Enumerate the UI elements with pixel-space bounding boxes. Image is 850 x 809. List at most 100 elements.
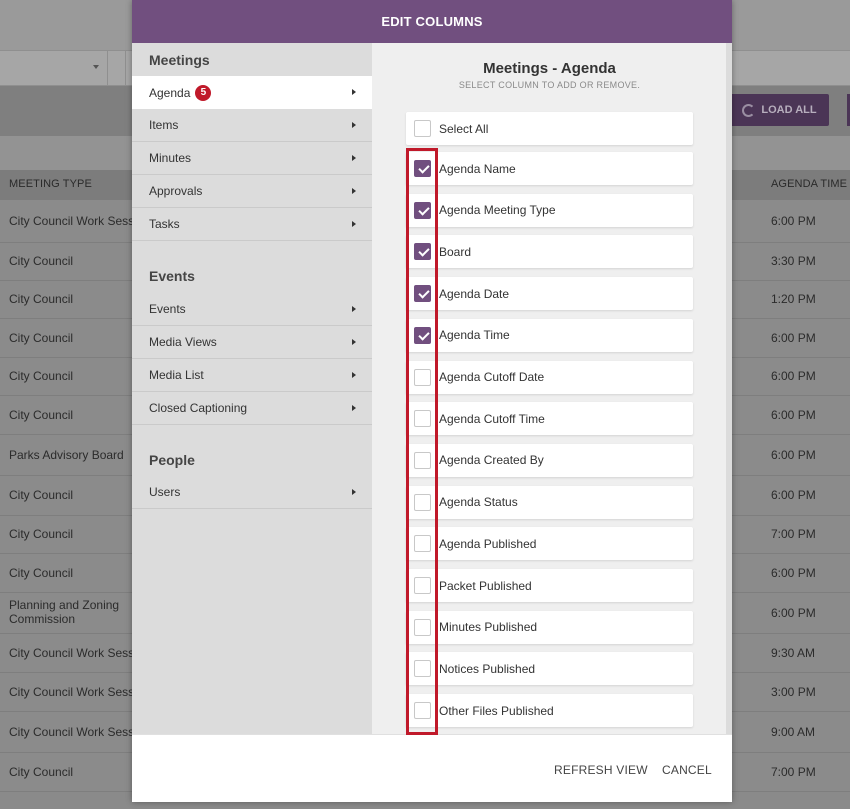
- agenda-time-cell: 6:00 PM: [771, 605, 816, 620]
- column-option-agenda-meeting-type[interactable]: Agenda Meeting Type: [406, 193, 693, 227]
- agenda-time-cell: 6:00 PM: [771, 407, 816, 422]
- chevron-right-icon: [352, 372, 356, 378]
- column-option-agenda-time[interactable]: Agenda Time: [406, 318, 693, 352]
- meeting-type-cell: City Council: [9, 407, 74, 422]
- select-all-checkbox[interactable]: [414, 120, 431, 137]
- chevron-down-icon: [93, 65, 99, 69]
- nav-item-media-views[interactable]: Media Views: [132, 326, 372, 359]
- column-option-agenda-cutoff-time[interactable]: Agenda Cutoff Time: [406, 402, 693, 436]
- chevron-right-icon: [352, 405, 356, 411]
- column-header-agenda-time[interactable]: AGENDA TIME: [771, 178, 847, 190]
- agenda-time-cell: 6:00 PM: [771, 565, 816, 580]
- column-option-agenda-created-by[interactable]: Agenda Created By: [406, 443, 693, 477]
- column-header-meeting-type[interactable]: MEETING TYPE: [9, 178, 92, 190]
- column-option-agenda-date[interactable]: Agenda Date: [406, 277, 693, 311]
- nav-item-agenda[interactable]: Agenda 5: [132, 76, 372, 109]
- modal-footer: REFRESH VIEW CANCEL: [132, 734, 732, 802]
- refresh-icon: [742, 103, 756, 117]
- column-option-minutes-published[interactable]: Minutes Published: [406, 610, 693, 644]
- chevron-right-icon: [352, 489, 356, 495]
- column-option-agenda-cutoff-date[interactable]: Agenda Cutoff Date: [406, 360, 693, 394]
- column-option-notices-published[interactable]: Notices Published: [406, 652, 693, 686]
- select-all-row[interactable]: Select All: [406, 112, 693, 145]
- agenda-time-cell: 6:00 PM: [771, 369, 816, 383]
- select-all-label: Select All: [439, 121, 489, 136]
- chevron-right-icon: [352, 188, 356, 194]
- filter-select[interactable]: [0, 51, 108, 85]
- nav-item-label: Approvals: [149, 184, 203, 198]
- agenda-time-cell: 7:00 PM: [771, 527, 816, 541]
- column-option-packet-published[interactable]: Packet Published: [406, 569, 693, 602]
- agenda-time-cell: 9:00 AM: [771, 724, 816, 739]
- checkbox-highlight-annotation: [406, 148, 438, 735]
- column-option-label: Notices Published: [439, 661, 536, 676]
- column-option-label: Agenda Meeting Type: [439, 203, 556, 218]
- nav-item-label: Closed Captioning: [149, 401, 248, 415]
- modal-title: EDIT COLUMNS: [132, 0, 732, 43]
- column-option-label: Agenda Status: [439, 495, 518, 510]
- column-option-label: Agenda Created By: [439, 453, 544, 468]
- nav-item-label: Media Views: [149, 335, 217, 349]
- agenda-time-cell: 6:00 PM: [771, 330, 816, 345]
- meeting-type-cell: City Council: [9, 565, 74, 580]
- agenda-time-cell: 9:30 AM: [771, 645, 816, 660]
- load-all-button[interactable]: LOAD ALL: [730, 94, 829, 126]
- column-option-label: Agenda Published: [439, 536, 537, 551]
- column-option-label: Agenda Date: [439, 286, 510, 301]
- column-option-agenda-status[interactable]: Agenda Status: [406, 485, 693, 519]
- chevron-right-icon: [352, 221, 356, 227]
- agenda-time-cell: 6:00 PM: [771, 488, 816, 502]
- nav-item-closed-captioning[interactable]: Closed Captioning: [132, 392, 372, 425]
- meeting-type-cell: City Council: [9, 292, 74, 306]
- chevron-right-icon: [352, 155, 356, 161]
- meeting-type-cell: City Council: [9, 527, 74, 541]
- meeting-type-cell: Planning and Zoning Commission: [9, 598, 120, 626]
- agenda-time-cell: 6:00 PM: [771, 213, 816, 228]
- nav-item-label: Users: [149, 485, 181, 499]
- column-option-other-files-published[interactable]: Other Files Published: [406, 694, 693, 728]
- column-option-label: Other Files Published: [439, 703, 554, 718]
- nav-item-minutes[interactable]: Minutes: [132, 142, 372, 175]
- nav-item-label: Media List: [149, 368, 204, 382]
- agenda-time-cell: 3:30 PM: [771, 254, 816, 268]
- chevron-right-icon: [352, 339, 356, 345]
- chevron-right-icon: [352, 122, 356, 128]
- column-option-agenda-published[interactable]: Agenda Published: [406, 527, 693, 561]
- meeting-type-cell: City Council: [9, 369, 74, 383]
- column-option-label: Agenda Cutoff Date: [439, 370, 545, 384]
- meeting-type-cell: City Council: [9, 764, 74, 779]
- agenda-time-cell: 7:00 PM: [771, 764, 816, 779]
- picker-title: Meetings - Agenda: [483, 60, 616, 77]
- meeting-type-cell: City Council Work Session: [9, 213, 134, 228]
- nav-item-items[interactable]: Items: [132, 109, 372, 142]
- nav-section-title: Meetings: [149, 52, 210, 68]
- meeting-type-cell: City Council Work Session: [9, 684, 134, 699]
- nav-item-label: Tasks: [149, 217, 180, 231]
- picker-subtitle: SELECT COLUMN TO ADD OR REMOVE.: [458, 80, 641, 90]
- scrollbar[interactable]: [726, 43, 732, 734]
- meeting-type-cell: City Council: [9, 488, 74, 502]
- column-option-label: Board: [439, 244, 472, 259]
- nav-item-approvals[interactable]: Approvals: [132, 175, 372, 208]
- nav-item-events[interactable]: Events: [132, 293, 372, 326]
- load-all-label: LOAD ALL: [761, 104, 817, 116]
- nav-section-title: People: [149, 452, 195, 468]
- nav-item-label: Minutes: [149, 151, 192, 165]
- nav-item-media-list[interactable]: Media List: [132, 359, 372, 392]
- meeting-type-cell: Parks Advisory Board: [9, 447, 124, 462]
- column-option-label: Agenda Time: [439, 328, 510, 343]
- count-badge: 5: [195, 84, 212, 101]
- column-option-agenda-name[interactable]: Agenda Name: [406, 152, 693, 185]
- chevron-right-icon: [352, 306, 356, 312]
- nav-item-tasks[interactable]: Tasks: [132, 208, 372, 241]
- column-option-label: Agenda Cutoff Time: [439, 411, 545, 426]
- refresh-view-button[interactable]: REFRESH VIEW: [554, 763, 648, 777]
- agenda-time-cell: 3:00 PM: [771, 684, 816, 699]
- cancel-button[interactable]: CANCEL: [662, 763, 712, 777]
- column-option-board[interactable]: Board: [406, 235, 693, 269]
- nav-section-title: Events: [149, 268, 195, 284]
- column-option-label: Minutes Published: [439, 620, 538, 635]
- nav-item-users[interactable]: Users: [132, 476, 372, 509]
- meeting-type-cell: City Council: [9, 254, 74, 268]
- nav-item-label: Items: [149, 118, 179, 132]
